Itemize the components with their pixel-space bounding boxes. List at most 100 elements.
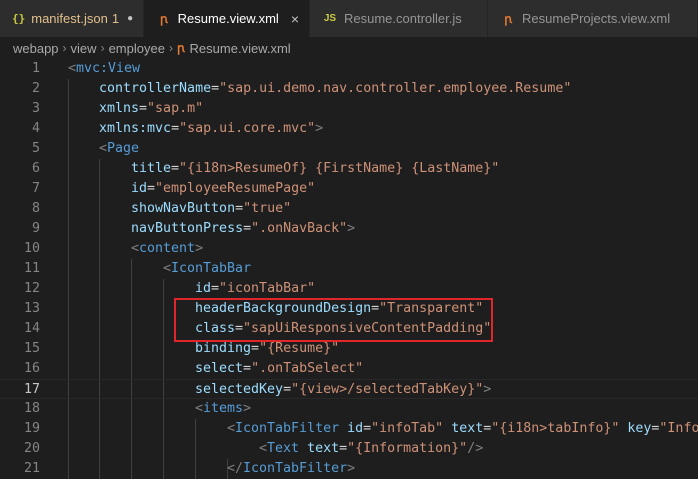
- code-text: <Page: [99, 139, 139, 159]
- breadcrumb-item-employee[interactable]: employee: [109, 41, 165, 56]
- code-line[interactable]: 20 <Text text="{Information}"/>: [0, 439, 698, 459]
- breadcrumb-item-view[interactable]: view: [71, 41, 97, 56]
- json-icon: {}: [12, 12, 26, 25]
- code-line[interactable]: 9 navButtonPress=".onNavBack">: [0, 219, 698, 239]
- code-token: text: [451, 421, 484, 436]
- breadcrumb: webapp › view › employee › ꞃ Resume.view…: [0, 37, 698, 59]
- code-token: navButtonPress: [131, 221, 244, 236]
- code-token: =: [243, 221, 252, 236]
- code-line[interactable]: 15 binding="{Resume}": [0, 339, 698, 359]
- code-token: "sap.m": [147, 101, 204, 116]
- code-token: Text: [267, 441, 300, 456]
- code-token: >: [243, 401, 252, 416]
- code-token: =: [283, 382, 292, 397]
- chevron-right-icon: ›: [100, 41, 105, 55]
- line-number: 15: [23, 341, 40, 356]
- code-token: id: [195, 281, 212, 296]
- tab-resumeprojects-view-xml[interactable]: ꞃ ResumeProjects.view.xml: [488, 0, 698, 37]
- code-text: <IconTabBar: [163, 259, 251, 279]
- close-icon[interactable]: ×: [291, 11, 299, 27]
- code-token: >: [315, 121, 324, 136]
- code-line[interactable]: 17 selectedKey="{view>/selectedTabKey}">: [0, 379, 698, 399]
- line-number: 18: [23, 401, 40, 416]
- code-line[interactable]: 6 title="{i18n>ResumeOf} {FirstName} {Las…: [0, 159, 698, 179]
- code-token: =: [339, 441, 348, 456]
- code-token: </: [227, 461, 244, 476]
- code-text: navButtonPress=".onNavBack">: [131, 219, 355, 239]
- code-line[interactable]: 1 <mvc:View: [0, 59, 698, 79]
- code-token: <: [68, 61, 77, 76]
- code-token: <: [259, 441, 268, 456]
- code-token: key: [627, 421, 652, 436]
- code-token: ".onTabSelect": [251, 361, 364, 376]
- line-number: 9: [31, 221, 40, 236]
- code-text: selectedKey="{view>/selectedTabKey}">: [195, 380, 491, 400]
- code-token: =: [235, 201, 244, 216]
- code-token: <: [131, 241, 140, 256]
- code-token: title: [131, 161, 172, 176]
- line-number: 19: [23, 421, 40, 436]
- code-token: "{i18n>ResumeOf} {FirstName} {LastName}": [179, 161, 500, 176]
- annotation-highlight-box: [174, 298, 493, 342]
- code-token: select: [195, 361, 244, 376]
- code-token: "{Resume}": [259, 341, 340, 356]
- code-token: "iconTabBar": [219, 281, 316, 296]
- code-text: <mvc:View: [68, 59, 140, 79]
- breadcrumb-item-file[interactable]: Resume.view.xml: [190, 41, 291, 56]
- code-token: "sap.ui.core.mvc": [179, 121, 316, 136]
- code-line[interactable]: 2 controllerName="sap.ui.demo.nav.control…: [0, 79, 698, 99]
- code-token: ".onNavBack": [251, 221, 348, 236]
- code-text: <Text text="{Information}"/>: [259, 439, 483, 459]
- tab-label: Resume.view.xml: [177, 11, 279, 26]
- line-number: 6: [31, 161, 40, 176]
- code-token: IconTabFilter: [243, 461, 348, 476]
- code-token: "{i18n>tabInfo}": [491, 421, 620, 436]
- line-number: 16: [23, 361, 40, 376]
- line-number: 1: [31, 61, 40, 76]
- unsaved-dot-icon[interactable]: ●: [127, 13, 133, 24]
- code-line[interactable]: 11 <IconTabBar: [0, 259, 698, 279]
- code-token: =: [363, 421, 372, 436]
- line-number: 21: [23, 461, 40, 476]
- line-number: 17: [23, 382, 40, 397]
- code-token: controllerName: [99, 81, 212, 96]
- code-text: id="iconTabBar": [195, 279, 315, 299]
- code-token: items: [203, 401, 244, 416]
- code-line[interactable]: 12 id="iconTabBar": [0, 279, 698, 299]
- rss-icon: ꞃ: [504, 11, 512, 26]
- code-editor[interactable]: 1 <mvc:View 2 controllerName="sap.ui.demo.n…: [0, 59, 698, 479]
- code-line[interactable]: 21 </IconTabFilter>: [0, 459, 698, 479]
- code-token: =: [251, 341, 260, 356]
- code-text: xmlns="sap.m": [99, 99, 203, 119]
- code-token: "true": [243, 201, 292, 216]
- code-line[interactable]: 18 <items>: [0, 399, 698, 419]
- code-text: binding="{Resume}": [195, 339, 339, 359]
- code-token: "sap.ui.demo.nav.controller.employee.Res…: [219, 81, 572, 96]
- code-line[interactable]: 19 <IconTabFilter id="infoTab" text="{i18…: [0, 419, 698, 439]
- code-line[interactable]: 16 select=".onTabSelect": [0, 359, 698, 379]
- code-line[interactable]: 5 <Page: [0, 139, 698, 159]
- code-line[interactable]: 3 xmlns="sap.m": [0, 99, 698, 119]
- code-token: =: [139, 101, 148, 116]
- code-token: =: [171, 161, 180, 176]
- code-token: "{view>/selectedTabKey}": [291, 382, 484, 397]
- chevron-right-icon: ›: [168, 41, 173, 55]
- rss-icon: ꞃ: [160, 11, 168, 26]
- rss-icon: ꞃ: [176, 41, 185, 55]
- line-number: 5: [31, 141, 40, 156]
- tab-resume-view-xml[interactable]: ꞃ Resume.view.xml ×: [144, 0, 310, 37]
- code-line[interactable]: 4 xmlns:mvc="sap.ui.core.mvc">: [0, 119, 698, 139]
- breadcrumb-item-webapp[interactable]: webapp: [13, 41, 59, 56]
- code-token: "infoTab": [371, 421, 444, 436]
- line-number: 13: [23, 301, 40, 316]
- code-line[interactable]: 7 id="employeeResumePage": [0, 179, 698, 199]
- code-text: title="{i18n>ResumeOf} {FirstName} {Last…: [131, 159, 499, 179]
- code-token: >: [483, 382, 492, 397]
- code-line[interactable]: 10 <content>: [0, 239, 698, 259]
- code-line[interactable]: 8 showNavButton="true": [0, 199, 698, 219]
- tab-resume-controller-js[interactable]: JS Resume.controller.js: [310, 0, 488, 37]
- tab-manifest-json[interactable]: {} manifest.json 1 ●: [0, 0, 144, 37]
- code-text: </IconTabFilter>: [227, 459, 355, 479]
- line-number: 4: [31, 121, 40, 136]
